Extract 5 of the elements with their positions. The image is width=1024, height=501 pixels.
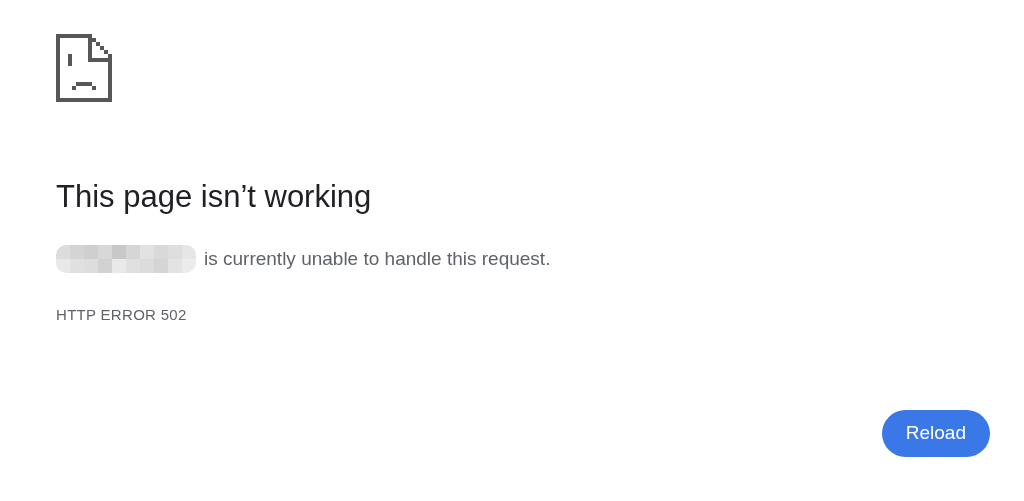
- error-message: is currently unable to handle this request.: [204, 247, 551, 272]
- reload-button[interactable]: Reload: [881, 410, 990, 457]
- sad-page-icon: [56, 34, 112, 102]
- error-code: HTTP ERROR 502: [56, 304, 188, 325]
- error-heading: This page isn’t working: [56, 178, 373, 216]
